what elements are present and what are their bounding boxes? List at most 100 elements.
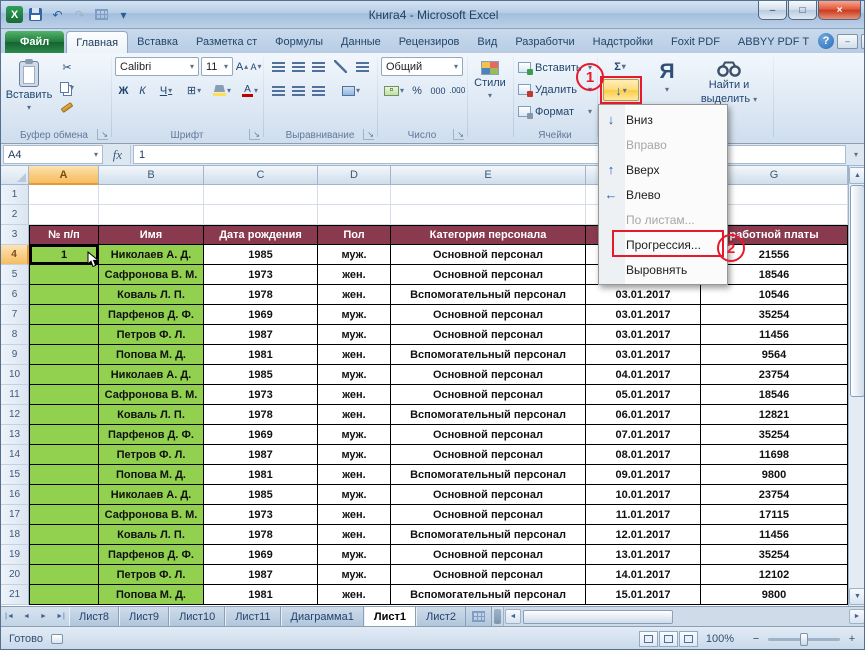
row-header-17[interactable]: 17: [1, 505, 29, 525]
cell-G21[interactable]: 9800: [701, 585, 848, 605]
row-header-10[interactable]: 10: [1, 365, 29, 385]
file-tab[interactable]: Файл: [5, 31, 64, 53]
cell-A8[interactable]: [29, 325, 99, 345]
cell-B1[interactable]: [99, 185, 204, 205]
sheet-tab-1[interactable]: Лист9: [119, 607, 169, 626]
minimize-button[interactable]: –: [758, 1, 787, 20]
cell-C20[interactable]: 1987: [204, 565, 318, 585]
row-header-20[interactable]: 20: [1, 565, 29, 585]
cell-C8[interactable]: 1987: [204, 325, 318, 345]
cell-E21[interactable]: Вспомогательный персонал: [391, 585, 586, 605]
cell-C11[interactable]: 1973: [204, 385, 318, 405]
cell-E18[interactable]: Вспомогательный персонал: [391, 525, 586, 545]
cell-E14[interactable]: Основной персонал: [391, 445, 586, 465]
row-header-1[interactable]: 1: [1, 185, 29, 205]
cell-C5[interactable]: 1973: [204, 265, 318, 285]
workbook-restore-button[interactable]: □: [861, 34, 865, 49]
ribbon-tab-4[interactable]: Данные: [332, 31, 390, 53]
cell-E4[interactable]: Основной персонал: [391, 245, 586, 265]
help-icon[interactable]: ?: [818, 33, 834, 49]
column-header-E[interactable]: E: [391, 166, 586, 185]
cell-E9[interactable]: Вспомогательный персонал: [391, 345, 586, 365]
undo-button[interactable]: ↶: [48, 6, 67, 23]
cell-D12[interactable]: жен.: [318, 405, 391, 425]
cell-B14[interactable]: Петров Ф. Л.: [99, 445, 204, 465]
cell-G8[interactable]: 11456: [701, 325, 848, 345]
cell-B9[interactable]: Попова М. Д.: [99, 345, 204, 365]
thousands-separator-button[interactable]: 000: [427, 81, 449, 100]
cell-F21[interactable]: 15.01.2017: [586, 585, 701, 605]
ribbon-tab-10[interactable]: ABBYY PDF T: [729, 31, 818, 53]
scroll-up-arrow[interactable]: ▲: [849, 167, 865, 184]
cell-D14[interactable]: муж.: [318, 445, 391, 465]
cell-D19[interactable]: муж.: [318, 545, 391, 565]
ribbon-tab-1[interactable]: Вставка: [128, 31, 187, 53]
zoom-level[interactable]: 100%: [706, 633, 734, 645]
zoom-slider-thumb[interactable]: [800, 633, 808, 646]
cell-B12[interactable]: Коваль Л. П.: [99, 405, 204, 425]
horizontal-scroll-thumb[interactable]: [523, 610, 673, 624]
cell-C13[interactable]: 1969: [204, 425, 318, 445]
cell-E5[interactable]: Основной персонал: [391, 265, 586, 285]
cell-E7[interactable]: Основной персонал: [391, 305, 586, 325]
cell-D17[interactable]: жен.: [318, 505, 391, 525]
clipboard-dialog-launcher[interactable]: ↘: [97, 129, 108, 140]
cell-C19[interactable]: 1969: [204, 545, 318, 565]
cell-D20[interactable]: муж.: [318, 565, 391, 585]
align-center-button[interactable]: [289, 81, 307, 100]
last-sheet-button[interactable]: ►|: [52, 607, 69, 626]
sheet-tab-4[interactable]: Диаграмма1: [281, 607, 364, 626]
cell-G9[interactable]: 9564: [701, 345, 848, 365]
row-header-13[interactable]: 13: [1, 425, 29, 445]
workbook-minimize-button[interactable]: –: [837, 34, 858, 49]
cell-B18[interactable]: Коваль Л. П.: [99, 525, 204, 545]
cell-D5[interactable]: жен.: [318, 265, 391, 285]
ribbon-tab-0[interactable]: Главная: [66, 31, 128, 53]
ribbon-tab-2[interactable]: Разметка ст: [187, 31, 266, 53]
cell-G12[interactable]: 12821: [701, 405, 848, 425]
cell-F18[interactable]: 12.01.2017: [586, 525, 701, 545]
cell-C14[interactable]: 1987: [204, 445, 318, 465]
cell-G13[interactable]: 35254: [701, 425, 848, 445]
insert-sheet-button[interactable]: [466, 607, 492, 626]
cell-D3[interactable]: Пол: [318, 225, 391, 245]
cell-D16[interactable]: муж.: [318, 485, 391, 505]
cell-B20[interactable]: Петров Ф. Л.: [99, 565, 204, 585]
cell-F17[interactable]: 11.01.2017: [586, 505, 701, 525]
column-header-B[interactable]: B: [99, 166, 204, 185]
cell-A1[interactable]: [29, 185, 99, 205]
cell-B5[interactable]: Сафронова В. М.: [99, 265, 204, 285]
macro-record-icon[interactable]: [51, 634, 63, 644]
wrap-text-button[interactable]: [351, 57, 373, 76]
font-color-button[interactable]: А▾: [237, 81, 263, 100]
cell-F12[interactable]: 06.01.2017: [586, 405, 701, 425]
row-header-16[interactable]: 16: [1, 485, 29, 505]
zoom-out-button[interactable]: −: [750, 633, 762, 645]
align-middle-button[interactable]: [289, 57, 307, 76]
cell-D7[interactable]: муж.: [318, 305, 391, 325]
cell-A14[interactable]: [29, 445, 99, 465]
cell-C16[interactable]: 1985: [204, 485, 318, 505]
cell-A18[interactable]: [29, 525, 99, 545]
cell-E10[interactable]: Основной персонал: [391, 365, 586, 385]
font-size-select[interactable]: 11▾: [201, 57, 233, 76]
cell-D8[interactable]: муж.: [318, 325, 391, 345]
cell-C12[interactable]: 1978: [204, 405, 318, 425]
row-header-7[interactable]: 7: [1, 305, 29, 325]
name-box[interactable]: A4▾: [3, 145, 103, 164]
borders-button[interactable]: ⊞▾: [181, 81, 207, 100]
first-sheet-button[interactable]: |◄: [1, 607, 18, 626]
cell-F16[interactable]: 10.01.2017: [586, 485, 701, 505]
cell-A17[interactable]: [29, 505, 99, 525]
row-header-8[interactable]: 8: [1, 325, 29, 345]
cell-A19[interactable]: [29, 545, 99, 565]
cell-C2[interactable]: [204, 205, 318, 225]
cell-C18[interactable]: 1978: [204, 525, 318, 545]
cell-D18[interactable]: жен.: [318, 525, 391, 545]
autosum-button[interactable]: Σ▾: [603, 57, 637, 76]
cell-F10[interactable]: 04.01.2017: [586, 365, 701, 385]
menu-item-fill-justify[interactable]: Выровнять: [601, 257, 725, 282]
cell-G16[interactable]: 23754: [701, 485, 848, 505]
redo-button[interactable]: ↷: [70, 6, 89, 23]
orientation-button[interactable]: [331, 57, 349, 76]
